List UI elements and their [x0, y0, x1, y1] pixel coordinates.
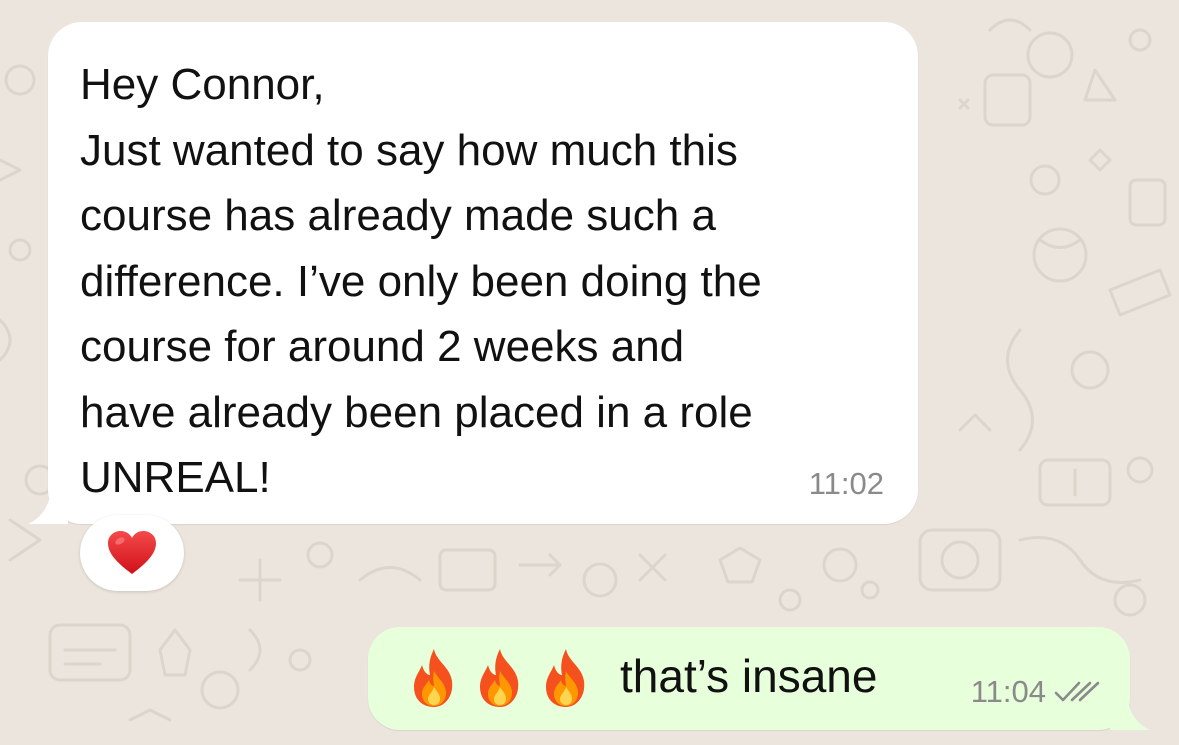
message-reaction[interactable] [80, 515, 184, 591]
outgoing-message-text: that’s insane [620, 650, 878, 702]
outgoing-message-bubble[interactable]: that’s insane 11:04 [368, 627, 1150, 730]
fire-emoji-group [406, 647, 594, 709]
outgoing-message-time: 11:04 [970, 674, 1046, 709]
heart-emoji-icon [108, 531, 156, 574]
fire-emoji-icon [546, 649, 585, 707]
fire-emoji-icon [480, 649, 519, 707]
incoming-message-text: Hey Connor, Just wanted to say how much … [80, 60, 762, 502]
outgoing-bubble-tail [1110, 690, 1150, 730]
incoming-bubble-tail [28, 484, 68, 524]
outgoing-message-meta: 11:04 [971, 674, 1100, 710]
fire-emoji-icon [414, 649, 453, 707]
incoming-message-bubble[interactable]: Hey Connor, Just wanted to say how much … [28, 22, 918, 524]
read-double-check-icon [1054, 681, 1100, 702]
incoming-message-time: 11:02 [808, 466, 884, 501]
